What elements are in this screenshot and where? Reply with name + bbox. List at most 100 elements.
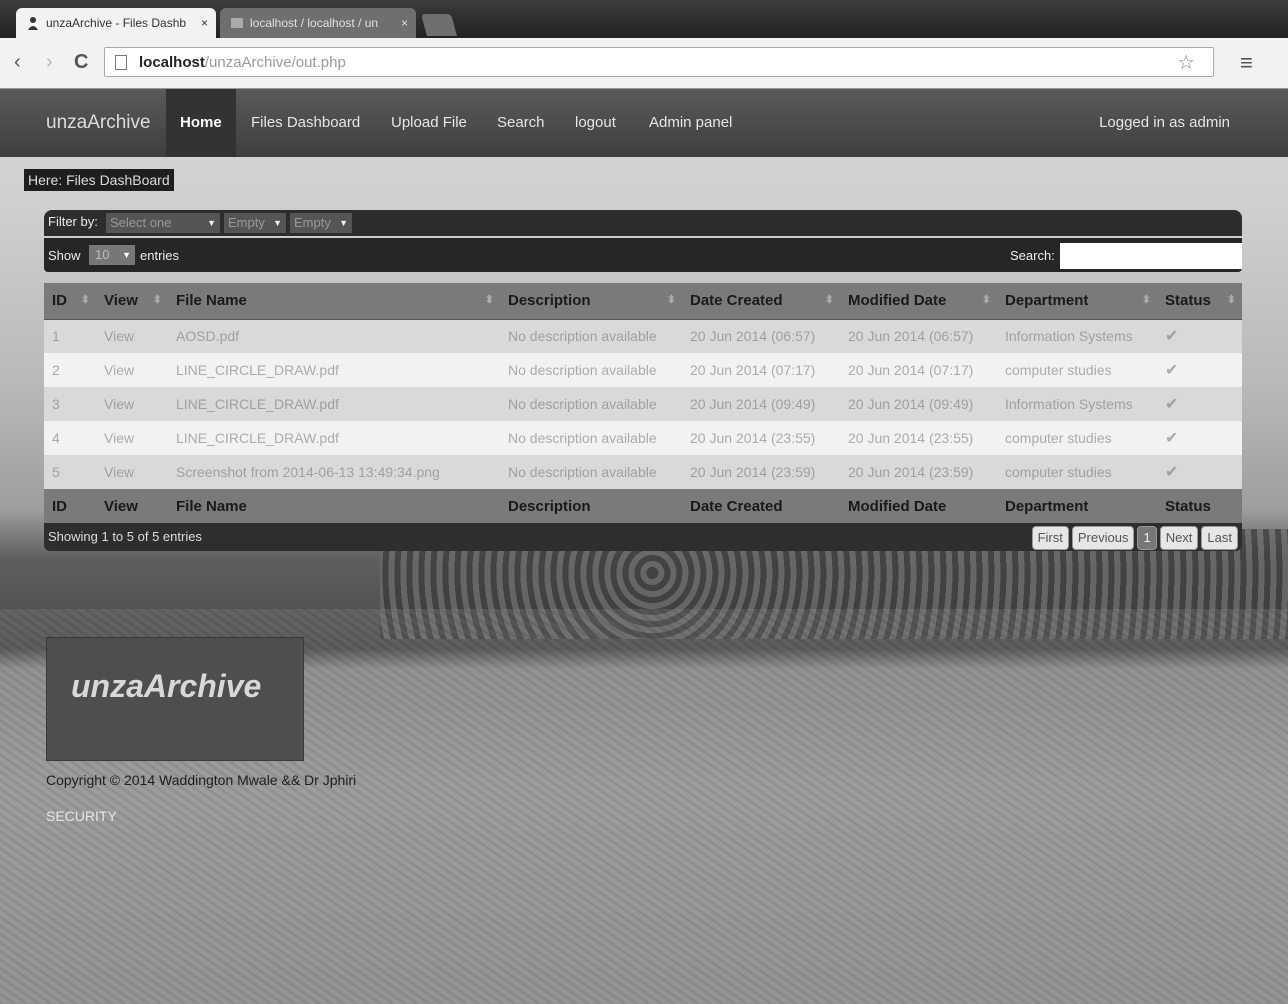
security-link[interactable]: SECURITY xyxy=(46,808,117,824)
logged-in-status: Logged in as admin xyxy=(1099,114,1230,131)
cell-date-created: 20 Jun 2014 (07:17) xyxy=(682,353,840,387)
cell-date-created: 20 Jun 2014 (23:59) xyxy=(682,455,840,489)
pagination-previous-button[interactable]: Previous xyxy=(1071,526,1135,550)
cell-id: 3 xyxy=(44,387,96,421)
entries-info: Showing 1 to 5 of 5 entries xyxy=(48,529,202,544)
dropdown-arrow-icon: ▼ xyxy=(339,218,348,228)
browser-menu-icon[interactable]: ≡ xyxy=(1240,50,1253,76)
view-link[interactable]: View xyxy=(96,421,168,455)
checkmark-icon: ✔ xyxy=(1157,421,1242,455)
tab-close-icon[interactable]: × xyxy=(401,16,408,30)
dropdown-arrow-icon: ▼ xyxy=(273,218,282,228)
sort-icon: ⬍ xyxy=(824,294,834,306)
filter-select-value: Empty xyxy=(228,215,265,230)
footer-header-file-name: File Name xyxy=(168,489,500,523)
view-link[interactable]: View xyxy=(96,455,168,489)
column-header-view[interactable]: View ⬍ xyxy=(96,283,168,320)
pagination: First Previous 1 Next Last xyxy=(1031,526,1238,550)
sort-icon: ⬍ xyxy=(666,294,676,306)
cell-id: 5 xyxy=(44,455,96,489)
nav-files-dashboard[interactable]: Files Dashboard xyxy=(251,89,360,157)
dropdown-arrow-icon: ▼ xyxy=(207,218,216,228)
filter-select-value: Select one xyxy=(110,215,172,230)
column-header-file-name[interactable]: File Name ⬍ xyxy=(168,283,500,320)
footer-header-status: Status xyxy=(1157,489,1242,523)
new-tab-button[interactable] xyxy=(421,14,457,36)
sort-icon: ⬍ xyxy=(152,294,162,306)
tab-close-icon[interactable]: × xyxy=(201,16,208,30)
nav-admin-panel[interactable]: Admin panel xyxy=(649,89,732,157)
entries-per-page-value: 10 xyxy=(95,247,110,262)
cell-department: Information Systems xyxy=(997,387,1157,421)
table-footer-row: ID View File Name Description Date Creat… xyxy=(44,489,1242,523)
browser-tabstrip: unzaArchive - Files Dashb × localhost / … xyxy=(0,0,1288,38)
files-table: ID ⬍ View ⬍ File Name ⬍ Description ⬍ Date C… xyxy=(44,283,1242,523)
table-info-bar: Showing 1 to 5 of 5 entries First Previo… xyxy=(44,523,1242,551)
footer-logo: unzaArchive xyxy=(46,637,304,761)
back-arrow-icon[interactable]: ‹ xyxy=(14,50,21,74)
entries-per-page-select[interactable]: 10 ▼ xyxy=(89,245,135,265)
entries-label: entries xyxy=(140,248,180,263)
search-input[interactable] xyxy=(1060,243,1242,269)
cell-id: 2 xyxy=(44,353,96,387)
view-link[interactable]: View xyxy=(96,319,168,353)
sort-icon: ⬍ xyxy=(484,294,494,306)
dropdown-arrow-icon: ▼ xyxy=(122,250,131,260)
sort-icon: ⬍ xyxy=(1141,294,1151,306)
bookmark-star-icon[interactable]: ☆ xyxy=(1177,48,1195,78)
cell-id: 4 xyxy=(44,421,96,455)
cell-modified-date: 20 Jun 2014 (06:57) xyxy=(840,319,997,353)
nav-home[interactable]: Home xyxy=(166,89,236,157)
cell-department: Information Systems xyxy=(997,319,1157,353)
nav-upload-file[interactable]: Upload File xyxy=(391,89,467,157)
view-link[interactable]: View xyxy=(96,387,168,421)
cell-modified-date: 20 Jun 2014 (07:17) xyxy=(840,353,997,387)
pagination-page-1-button[interactable]: 1 xyxy=(1137,526,1157,550)
footer-header-modified-date: Modified Date xyxy=(840,489,997,523)
address-bar[interactable]: localhost/unzaArchive/out.php ☆ xyxy=(104,47,1214,77)
forward-arrow-icon[interactable]: › xyxy=(46,50,53,74)
breadcrumb: Here: Files DashBoard xyxy=(24,169,174,191)
table-container: ID ⬍ View ⬍ File Name ⬍ Description ⬍ Date C… xyxy=(44,283,1242,523)
tab-title: localhost / localhost / un xyxy=(250,16,379,30)
browser-tab-files-dashboard[interactable]: unzaArchive - Files Dashb × xyxy=(16,8,216,38)
pagination-next-button[interactable]: Next xyxy=(1159,526,1199,550)
cell-file-name: LINE_CIRCLE_DRAW.pdf xyxy=(168,353,500,387)
nav-search[interactable]: Search xyxy=(497,89,545,157)
footer-header-department: Department xyxy=(997,489,1157,523)
cell-department: computer studies xyxy=(997,421,1157,455)
filter-select-third[interactable]: Empty ▼ xyxy=(290,213,352,233)
column-header-department[interactable]: Department ⬍ xyxy=(997,283,1157,320)
cell-date-created: 20 Jun 2014 (09:49) xyxy=(682,387,840,421)
pagination-last-button[interactable]: Last xyxy=(1201,526,1238,550)
sort-icon: ⬍ xyxy=(80,294,90,306)
filter-select-value: Empty xyxy=(294,215,331,230)
footer-header-description: Description xyxy=(500,489,682,523)
search-label: Search: xyxy=(1010,248,1055,263)
table-row: 2 View LINE_CIRCLE_DRAW.pdf No descripti… xyxy=(44,353,1242,387)
column-header-description[interactable]: Description ⬍ xyxy=(500,283,682,320)
reload-icon[interactable]: C xyxy=(74,50,88,74)
column-header-id[interactable]: ID ⬍ xyxy=(44,283,96,320)
cell-description: No description available xyxy=(500,387,682,421)
pagination-first-button[interactable]: First xyxy=(1031,526,1069,550)
column-header-modified-date[interactable]: Modified Date ⬍ xyxy=(840,283,997,320)
footer-header-view: View xyxy=(96,489,168,523)
table-header-row: ID ⬍ View ⬍ File Name ⬍ Description ⬍ Date C… xyxy=(44,283,1242,320)
browser-tab-phpmyadmin[interactable]: localhost / localhost / un × xyxy=(220,8,416,38)
nav-logout[interactable]: logout xyxy=(575,89,616,157)
column-header-date-created[interactable]: Date Created ⬍ xyxy=(682,283,840,320)
cell-department: computer studies xyxy=(997,455,1157,489)
filter-select-field[interactable]: Select one ▼ xyxy=(106,213,220,233)
column-header-status[interactable]: Status ⬍ xyxy=(1157,283,1242,320)
cell-modified-date: 20 Jun 2014 (23:55) xyxy=(840,421,997,455)
filter-bar: Filter by: Select one ▼ Empty ▼ Empty ▼ xyxy=(44,210,1242,236)
cell-modified-date: 20 Jun 2014 (23:59) xyxy=(840,455,997,489)
navbar-brand[interactable]: unzaArchive xyxy=(46,89,151,157)
table-row: 4 View LINE_CIRCLE_DRAW.pdf No descripti… xyxy=(44,421,1242,455)
cell-department: computer studies xyxy=(997,353,1157,387)
view-link[interactable]: View xyxy=(96,353,168,387)
checkmark-icon: ✔ xyxy=(1157,455,1242,489)
filter-select-second[interactable]: Empty ▼ xyxy=(224,213,286,233)
cell-file-name: LINE_CIRCLE_DRAW.pdf xyxy=(168,387,500,421)
